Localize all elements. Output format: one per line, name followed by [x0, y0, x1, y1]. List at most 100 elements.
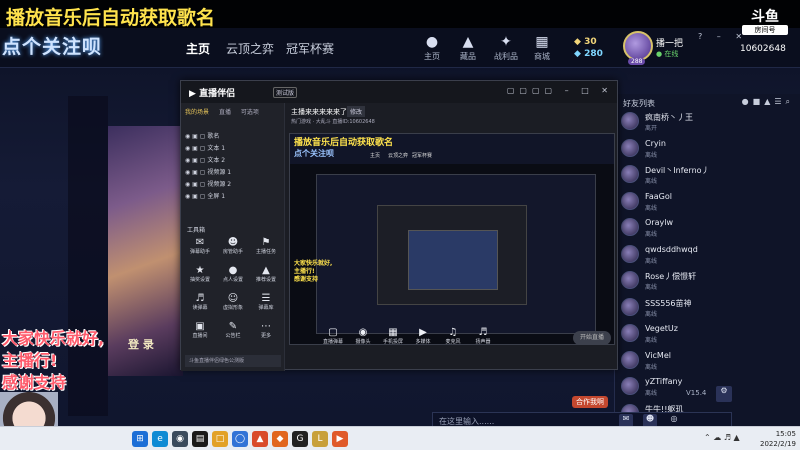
browser-icon[interactable]: ◯ [232, 431, 248, 447]
tool-item[interactable]: ✎ 公告栏 [218, 321, 248, 347]
steam-icon[interactable]: ◉ [172, 431, 188, 447]
file-icon[interactable]: ▤ [192, 431, 208, 447]
coop-button[interactable]: 合作我啊 [572, 396, 608, 408]
lock-icon[interactable]: ▣ [192, 169, 198, 176]
friend-list-item[interactable]: VicMel 离线 [621, 349, 791, 375]
settings-icon[interactable]: ⚙ [716, 386, 732, 402]
friend-list-item[interactable]: Oraylw 离线 [621, 216, 791, 242]
eye-icon[interactable]: ◉ [185, 181, 190, 188]
be-value: 280 [584, 49, 603, 59]
clock[interactable]: 15:05 2022/2/19 [760, 429, 796, 449]
friend-status: 离线 [645, 151, 658, 159]
companion-tool-label: 麦克风 [445, 339, 461, 345]
tool-item[interactable]: ♬ 读弹幕 [185, 293, 215, 319]
tool-item[interactable]: ● 点人设置 [218, 265, 248, 291]
tool-item[interactable]: ▣ 直播间 [185, 321, 215, 347]
top-nav-profile[interactable]: ● 主页 [416, 34, 448, 62]
nav-clash[interactable]: 冠军杯赛 [286, 40, 334, 57]
lock-icon[interactable]: ▣ [192, 181, 198, 188]
edit-title-button[interactable]: 修改 [347, 106, 366, 117]
nav-home[interactable]: 主页 [186, 40, 210, 57]
source-label: 全屏 1 [207, 193, 226, 200]
lol-icon[interactable]: L [312, 431, 328, 447]
stream-title-text: 播放音乐后自动获取歌名 [6, 7, 216, 29]
friend-list-item[interactable]: Rose丿偿憬轩 离线 [621, 269, 791, 295]
tab-live[interactable]: 直播 [219, 109, 231, 116]
tool-item[interactable]: ☰ 弹幕库 [251, 293, 281, 319]
source-label: 歌名 [207, 133, 220, 140]
source-item[interactable]: ◉ ▣ ▢ 文本 1 [185, 143, 225, 152]
friend-list-item[interactable]: Devil丶Inferno丿 离线 [621, 163, 791, 189]
friend-name: FaaGol [645, 191, 672, 201]
companion-tool-button[interactable]: ◉ 摄像头 [349, 327, 377, 345]
friend-avatar [621, 218, 639, 236]
avatar[interactable] [623, 31, 653, 61]
companion-app-name: ▶ 直播伴侣 [189, 89, 236, 99]
lock-icon[interactable]: ▣ [192, 157, 198, 164]
start-icon[interactable]: ⊞ [132, 431, 148, 447]
douyu-room-label: 房间号 [742, 25, 788, 35]
friend-list-item[interactable]: 疯南桥丶丿王 离开 [621, 110, 791, 136]
top-nav-collection[interactable]: ▲ 藏品 [452, 34, 484, 62]
tool-label: 弹幕库 [258, 305, 274, 311]
nav-tft[interactable]: 云顶之弈 [226, 40, 274, 57]
companion-app-icon[interactable]: ▶ [332, 431, 348, 447]
lock-icon[interactable]: ▣ [192, 145, 198, 152]
source-item[interactable]: ◉ ▣ ▢ 文本 2 [185, 155, 225, 164]
tool-label: 公告栏 [225, 333, 241, 339]
companion-window-controls[interactable]: ▢▢▢▢ – □ ✕ [507, 86, 613, 95]
eye-icon[interactable]: ◉ [185, 157, 190, 164]
app-icon[interactable]: ▲ [252, 431, 268, 447]
companion-tool-button[interactable]: ▦ 手机投屏 [379, 327, 407, 345]
eye-icon[interactable]: ◉ [185, 133, 190, 140]
douyu-app-icon[interactable]: G [292, 431, 308, 447]
client-window-controls[interactable]: ? – ✕ [698, 32, 748, 41]
tray-icons[interactable]: ⌃ ☁ ♬ ▲ [704, 433, 740, 442]
friend-list-item[interactable]: Cryin 离线 [621, 137, 791, 163]
tool-item[interactable]: ☺ 虚拟形象 [218, 293, 248, 319]
eye-icon[interactable]: ◉ [185, 193, 190, 200]
tool-item[interactable]: ★ 抽奖设置 [185, 265, 215, 291]
tool-item[interactable]: ☻ 房管助手 [218, 237, 248, 263]
source-item[interactable]: ◉ ▣ ▢ 歌名 [185, 131, 219, 140]
companion-app-name-text: 直播伴侣 [199, 89, 236, 99]
lock-icon[interactable]: ▣ [192, 133, 198, 140]
friend-list-item[interactable]: qwdsddhwqd 离线 [621, 243, 791, 269]
friend-list-item[interactable]: VegetUz 离线 [621, 322, 791, 348]
friend-list-item[interactable]: SSS556苗神 离线 [621, 296, 791, 322]
companion-tool-button[interactable]: ▢ 直播弹幕 [319, 327, 347, 345]
companion-tool-label: 直播弹幕 [322, 339, 343, 345]
companion-tool-button[interactable]: ▶ 多媒体 [409, 327, 437, 345]
companion-tool-button[interactable]: ♫ 麦克风 [439, 327, 467, 345]
friend-avatar [621, 112, 639, 130]
top-nav-store[interactable]: ▦ 商城 [526, 34, 558, 62]
edge-icon[interactable]: e [152, 431, 168, 447]
tool-item[interactable]: ✉ 弹幕助手 [185, 237, 215, 263]
start-live-button[interactable]: 开始直播 [573, 331, 611, 345]
friend-name: VegetUz [645, 324, 678, 333]
game-icon[interactable]: ◆ [272, 431, 288, 447]
source-item[interactable]: ◉ ▣ ▢ 视频源 2 [185, 179, 231, 188]
friend-list-item[interactable]: FaaGol 离线 [621, 190, 791, 216]
companion-tool-button[interactable]: ♬ 扬声器 [469, 327, 497, 345]
tab-options[interactable]: 可选项 [241, 109, 259, 116]
lock-icon[interactable]: ▣ [192, 193, 198, 200]
top-nav-loot[interactable]: ✦ 战利品 [490, 34, 522, 62]
friend-name: Devil丶Inferno丿 [645, 166, 710, 175]
follow-logo: 点个关注呗 [2, 36, 103, 58]
tool-item[interactable]: ⋯ 更多 [251, 321, 281, 347]
friend-status: 离开 [645, 125, 658, 132]
source-item[interactable]: ◉ ▣ ▢ 视频源 1 [185, 167, 231, 176]
eye-icon[interactable]: ◉ [185, 169, 190, 176]
friends-toolbar[interactable]: ●■▲☰⌕ [742, 97, 794, 107]
companion-footer-banner[interactable]: 斗鱼直播伴侣绿色公测版 [185, 355, 281, 367]
username: 播一把 [656, 39, 684, 49]
tool-item[interactable]: ▲ 推荐设置 [251, 265, 281, 291]
tool-item[interactable]: ⚑ 主播任务 [251, 237, 281, 263]
tab-scenes[interactable]: 我的场景 [185, 109, 209, 116]
friend-name: Oraylw [645, 218, 673, 227]
friend-list-item[interactable]: yZTiffany 离线 [621, 375, 791, 401]
source-item[interactable]: ◉ ▣ ▢ 全屏 1 [185, 191, 225, 200]
eye-icon[interactable]: ◉ [185, 145, 190, 152]
folder-icon[interactable]: □ [212, 431, 228, 447]
